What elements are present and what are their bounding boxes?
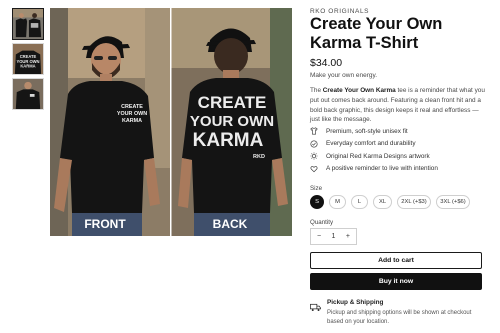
front-print-line: KARMA [122, 118, 142, 124]
truck-icon [310, 299, 327, 327]
size-option-2xl[interactable]: 2XL (+$3) [397, 195, 431, 209]
feature-label: Everyday comfort and durability [326, 140, 416, 148]
back-label: BACK [213, 217, 248, 231]
size-option-xl[interactable]: XL [373, 195, 392, 209]
front-print-line: CREATE [121, 104, 143, 110]
quantity-value[interactable]: 1 [332, 233, 336, 240]
feature-item: Original Red Karma Designs artwork [310, 150, 438, 163]
size-option-s[interactable]: S [310, 195, 324, 209]
feature-label: Original Red Karma Designs artwork [326, 152, 430, 160]
back-print-line: CREATE [198, 93, 267, 112]
description-prefix: The [310, 87, 323, 94]
quantity-stepper: − 1 + [310, 228, 357, 245]
size-option-m[interactable]: M [329, 195, 346, 209]
size-selector: S M L XL 2XL (+$3) 3XL (+$6) [310, 195, 475, 209]
product-main-image[interactable]: CREATE YOUR OWN KARMA FRONT CREATE YOUR … [50, 8, 292, 236]
feature-item: Everyday comfort and durability [310, 138, 438, 151]
front-label: FRONT [84, 217, 126, 231]
thumb-print-line: KARMA [20, 63, 35, 68]
sparkle-icon [310, 152, 322, 160]
check-circle-icon [310, 140, 322, 148]
product-tagline: Make your own energy. [310, 72, 378, 79]
thumbnail-image [13, 79, 43, 109]
product-title: Create Your Own Karma T-Shirt [310, 15, 443, 52]
back-print-logo: RKD [253, 154, 265, 160]
thumbnail-list: CREATE YOUR OWN KARMA [12, 8, 44, 113]
feature-item: Premium, soft-style unisex fit [310, 125, 438, 138]
tshirt-icon [310, 127, 322, 135]
heart-icon [310, 165, 322, 173]
description-bold: Create Your Own Karma [322, 87, 396, 94]
feature-label: Premium, soft-style unisex fit [326, 127, 408, 135]
thumbnail-front-and-back[interactable] [12, 8, 44, 40]
front-print-line: YOUR OWN [117, 111, 147, 117]
brand-name: RKO ORIGINALS [310, 8, 370, 15]
feature-item: A positive reminder to live with intenti… [310, 163, 438, 176]
thumbnail-front-closeup[interactable] [12, 78, 44, 110]
size-label: Size [310, 185, 323, 192]
buy-now-button[interactable]: Buy it now [310, 273, 482, 290]
shipping-title: Pickup & Shipping [327, 299, 384, 306]
size-option-3xl[interactable]: 3XL (+$6) [436, 195, 470, 209]
product-price: $34.00 [310, 57, 343, 69]
size-option-l[interactable]: L [351, 195, 368, 209]
add-to-cart-button[interactable]: Add to cart [310, 252, 482, 269]
product-description: The Create Your Own Karma tee is a remin… [310, 86, 488, 125]
thumbnail-back-closeup[interactable]: CREATE YOUR OWN KARMA [12, 43, 44, 75]
quantity-label: Quantity [310, 219, 334, 226]
feature-list: Premium, soft-style unisex fit Everyday … [310, 125, 438, 175]
thumbnail-image: CREATE YOUR OWN KARMA [13, 44, 43, 74]
thumbnail-image [13, 9, 43, 39]
back-print-line: YOUR OWN [190, 113, 274, 130]
shipping-info: Pickup & Shipping Pickup and shipping op… [310, 299, 487, 327]
quantity-increase-button[interactable]: + [346, 233, 350, 240]
feature-label: A positive reminder to live with intenti… [326, 165, 438, 173]
shipping-text: Pickup and shipping options will be show… [327, 310, 472, 325]
back-print-line: KARMA [193, 130, 264, 151]
quantity-decrease-button[interactable]: − [317, 233, 321, 240]
product-photo: CREATE YOUR OWN KARMA FRONT CREATE YOUR … [50, 8, 292, 236]
